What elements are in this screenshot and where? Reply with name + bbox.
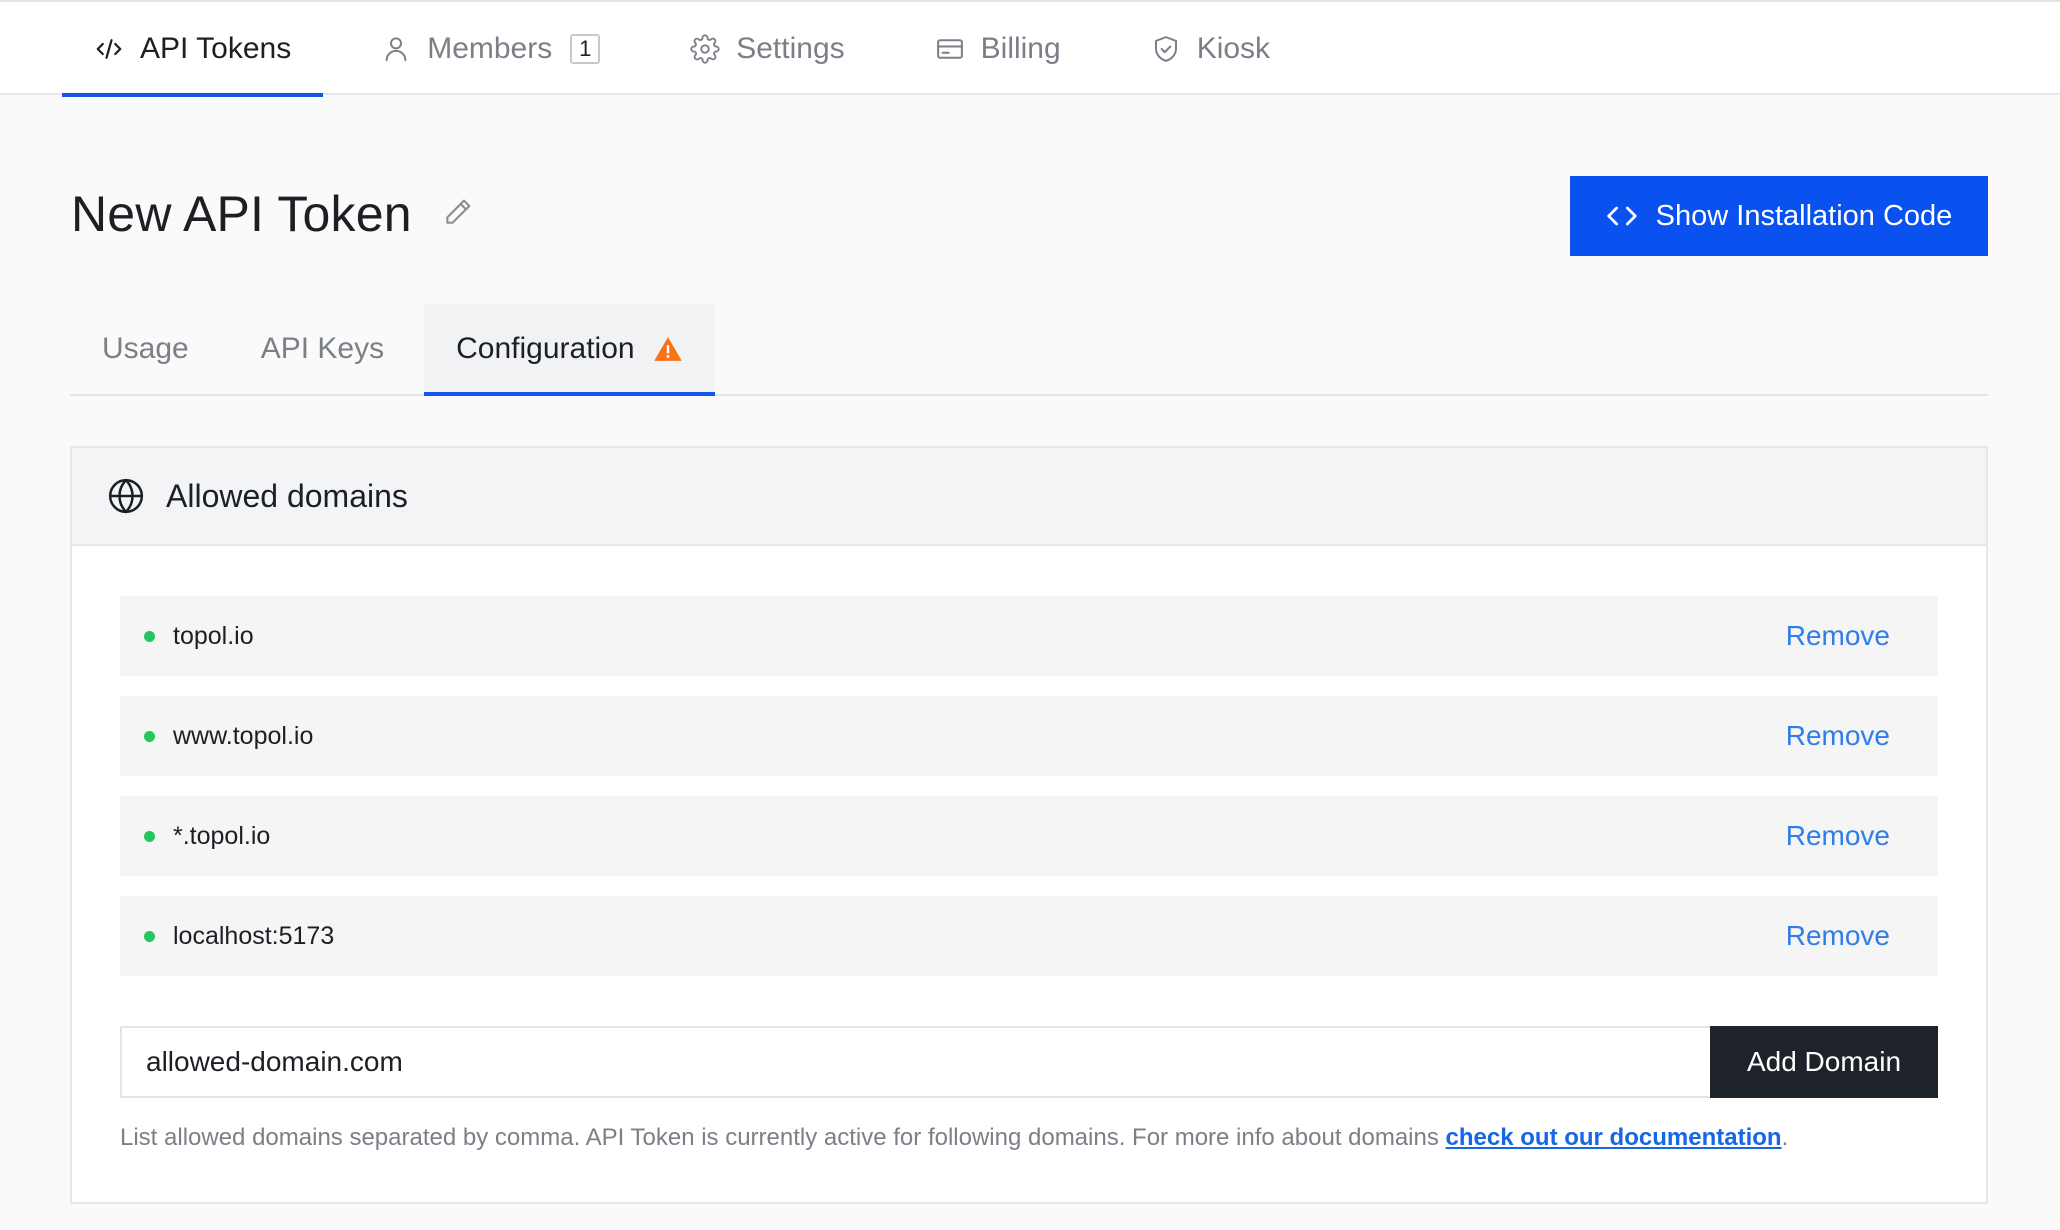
nav-tab-label: Settings (736, 31, 845, 65)
page-title: New API Token (71, 186, 412, 242)
card-header: Allowed domains (72, 448, 1986, 546)
status-dot (144, 730, 155, 742)
remove-domain-button[interactable]: Remove (1786, 820, 1890, 852)
tab-label: API Keys (260, 332, 385, 365)
remove-domain-button[interactable]: Remove (1786, 720, 1890, 752)
domain-row: *.topol.io Remove (120, 796, 1938, 876)
help-text: List allowed domains separated by comma.… (120, 1124, 1938, 1152)
add-domain-button[interactable]: Add Domain (1710, 1026, 1938, 1098)
show-installation-code-button[interactable]: Show Installation Code (1570, 176, 1988, 256)
nav-tab-label: Kiosk (1196, 31, 1271, 65)
nav-tab-kiosk[interactable]: Kiosk (1119, 2, 1302, 95)
nav-tab-members[interactable]: Members 1 (349, 2, 632, 95)
domain-name: *.topol.io (173, 821, 271, 850)
tab-label: Configuration (456, 332, 635, 365)
status-dot (144, 830, 155, 842)
status-dot (144, 930, 155, 942)
shield-check-icon (1154, 35, 1177, 62)
page-header: New API Token (71, 185, 474, 243)
members-count-badge: 1 (570, 33, 601, 64)
domain-name: www.topol.io (173, 721, 314, 750)
documentation-link[interactable]: check out our documentation (1446, 1124, 1782, 1151)
nav-tab-api-tokens[interactable]: API Tokens (62, 2, 324, 97)
pencil-icon (446, 199, 471, 224)
code-slash-icon (96, 38, 122, 59)
add-domain-row: Add Domain (120, 1026, 1938, 1098)
nav-tab-settings[interactable]: Settings (658, 2, 876, 95)
top-navigation: API Tokens Members 1 Settings Billing Ki… (0, 0, 2060, 97)
user-icon (385, 36, 407, 61)
help-text-suffix: . (1781, 1124, 1789, 1151)
domain-name: localhost:5173 (173, 921, 335, 950)
nav-tab-label: Members (427, 31, 553, 65)
nav-tab-billing[interactable]: Billing (903, 2, 1093, 95)
allowed-domains-card: Allowed domains topol.io Remove www.topo… (70, 446, 1988, 1204)
domain-name: topol.io (173, 621, 254, 650)
warning-icon (653, 337, 682, 361)
tab-label: Usage (102, 332, 189, 365)
card-title: Allowed domains (166, 477, 408, 514)
help-text-body: List allowed domains separated by comma.… (120, 1124, 1446, 1151)
domain-row: topol.io Remove (120, 596, 1938, 676)
install-button-label: Show Installation Code (1655, 199, 1953, 232)
tab-api-keys[interactable]: API Keys (229, 304, 416, 394)
nav-tab-label: Billing (980, 31, 1061, 65)
domain-list: topol.io Remove www.topol.io Remove *.to… (120, 596, 1938, 996)
nav-tab-label: API Tokens (140, 31, 292, 65)
edit-title-button[interactable] (442, 196, 474, 233)
globe-icon (108, 478, 144, 514)
tab-usage[interactable]: Usage (70, 304, 221, 394)
status-dot (144, 630, 155, 642)
domain-row: localhost:5173 Remove (120, 896, 1938, 976)
remove-domain-button[interactable]: Remove (1786, 620, 1890, 652)
gear-icon (690, 33, 720, 64)
tab-configuration[interactable]: Configuration (424, 304, 716, 396)
remove-domain-button[interactable]: Remove (1786, 920, 1890, 952)
domain-row: www.topol.io Remove (120, 696, 1938, 776)
token-subtabs: Usage API Keys Configuration (70, 304, 1988, 396)
credit-card-icon (936, 38, 963, 59)
code-icon (1607, 206, 1637, 226)
domain-input[interactable] (120, 1026, 1710, 1098)
